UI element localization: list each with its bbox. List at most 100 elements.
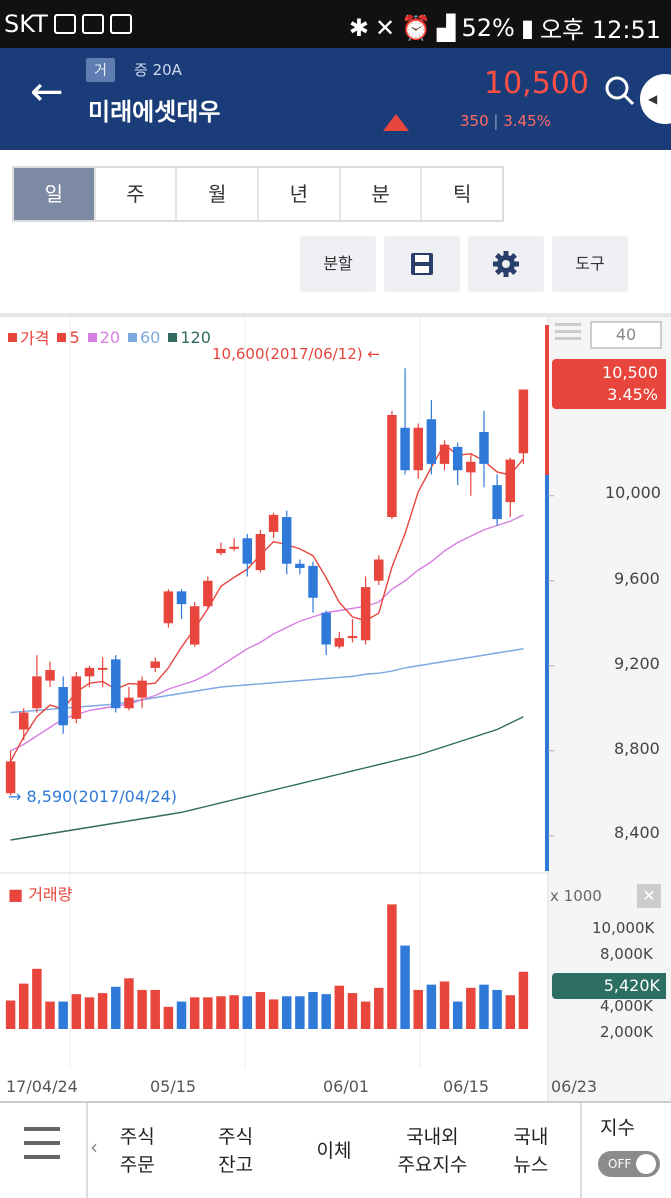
nav-stock-order[interactable]: 주식 주문 xyxy=(88,1123,186,1179)
candle-body xyxy=(360,587,371,641)
margin-rate: 증 20A xyxy=(134,61,182,79)
volume-bar xyxy=(84,997,95,1029)
bottom-nav: ‹ 주식 주문 주식 잔고 이체 국내외 주요지수 국내 뉴스 지수 OFF xyxy=(0,1101,671,1198)
hamburger-menu-icon[interactable] xyxy=(24,1127,60,1171)
candle-body xyxy=(255,534,266,571)
volume-bar xyxy=(400,945,410,1029)
legend-price-label: 가격 xyxy=(20,329,50,348)
candle-body xyxy=(71,676,82,719)
tab-yearly[interactable]: 년 xyxy=(259,168,341,220)
candle-body xyxy=(176,591,187,605)
stock-name[interactable]: 미래에셋대우 xyxy=(88,92,220,127)
notification-icon xyxy=(81,14,104,34)
candle-body xyxy=(242,538,253,564)
close-volume-icon[interactable]: ✕ xyxy=(637,884,661,908)
nav-items: 주식 주문 주식 잔고 이체 국내외 주요지수 국내 뉴스 xyxy=(86,1103,582,1198)
legend-ma5: 5 xyxy=(57,325,80,349)
legend-ma20: 20 xyxy=(87,325,120,349)
back-arrow-icon[interactable]: ← xyxy=(30,72,64,112)
volume-bar xyxy=(479,984,489,1029)
candle-body xyxy=(321,612,331,645)
volume-bar xyxy=(374,987,384,1029)
tab-monthly[interactable]: 월 xyxy=(177,168,260,220)
chart-legend: 가격 5 20 60 120 xyxy=(8,325,211,349)
y-tick: 9,200 xyxy=(614,654,660,673)
candle-body xyxy=(189,606,200,645)
volume-bar xyxy=(18,983,29,1029)
y-tick: 9,600 xyxy=(614,569,660,588)
visible-bars-input[interactable]: 40 xyxy=(590,321,662,349)
legend-ma120-label: 120 xyxy=(180,327,211,347)
volume-bar xyxy=(452,1001,463,1029)
nav-major-indices[interactable]: 국내외 주요지수 xyxy=(383,1123,481,1179)
volume-bar xyxy=(334,985,345,1029)
price-scale-bar-up xyxy=(545,325,549,475)
volume-bar xyxy=(268,999,279,1029)
search-icon[interactable] xyxy=(605,76,635,106)
index-toggle[interactable]: OFF xyxy=(598,1151,660,1177)
candles xyxy=(5,368,529,796)
volume-bar xyxy=(281,996,292,1029)
ma5-line xyxy=(9,443,524,762)
high-annotation: 10,600(2017/06/12) ← xyxy=(212,345,380,363)
status-bar: SKT ✱ ✕ ⏰ ▟ 52% ▮ 오후 12:51 xyxy=(0,0,671,48)
volume-tick: 2,000K xyxy=(600,1023,653,1041)
volume-bar xyxy=(58,1001,68,1029)
volume-bar xyxy=(387,904,397,1029)
nav-domestic-news[interactable]: 국내 뉴스 xyxy=(482,1123,580,1179)
volume-bar xyxy=(189,997,200,1029)
candle-body xyxy=(203,580,213,607)
tab-minute[interactable]: 분 xyxy=(341,168,423,220)
current-price-marker: 10,500 3.45% xyxy=(552,359,666,409)
x-tick: 05/15 xyxy=(150,1077,197,1096)
legend-ma20-label: 20 xyxy=(99,327,120,347)
volume-bar xyxy=(216,996,226,1029)
candle-body xyxy=(400,427,410,471)
drag-handle-icon[interactable] xyxy=(555,323,581,345)
ma120-line xyxy=(10,716,524,841)
gallery-icon xyxy=(53,14,76,34)
settings-button[interactable] xyxy=(468,236,544,292)
chart-area[interactable]: 가격 5 20 60 120 40 10,600(2017/06/12) ← →… xyxy=(0,313,671,1101)
app-icon xyxy=(109,14,132,34)
candle-body xyxy=(111,659,121,709)
candle-body xyxy=(84,667,95,677)
marker-price: 10,500 xyxy=(602,363,658,382)
candle-body xyxy=(334,638,345,647)
volume-bar xyxy=(242,996,253,1029)
candle-body xyxy=(439,444,450,464)
clock: 오후 12:51 xyxy=(540,16,661,44)
signal-icon: ▟ xyxy=(437,13,456,42)
index-label: 지수 xyxy=(600,1117,635,1139)
volume-bar xyxy=(505,995,516,1029)
candle-body xyxy=(413,427,423,471)
candle-body xyxy=(479,432,489,464)
nav-stock-balance[interactable]: 주식 잔고 xyxy=(186,1123,284,1179)
volume-bar xyxy=(308,992,318,1029)
candle-body xyxy=(466,461,476,473)
period-tabs: 일 주 월 년 분 틱 xyxy=(12,166,504,222)
nav-transfer[interactable]: 이체 xyxy=(285,1137,383,1165)
y-tick: 8,800 xyxy=(614,739,660,758)
side-panel-button[interactable]: ◀ xyxy=(640,74,671,124)
volume-bar xyxy=(413,989,423,1029)
low-annotation: → 8,590(2017/04/24) xyxy=(8,787,177,806)
tab-weekly[interactable]: 주 xyxy=(96,168,178,220)
tab-daily[interactable]: 일 xyxy=(14,168,96,220)
candle-body xyxy=(492,485,502,520)
candle-body xyxy=(97,667,108,670)
volume-tick: 8,000K xyxy=(600,945,653,963)
volume-bar xyxy=(229,995,239,1029)
tab-tick[interactable]: 틱 xyxy=(422,168,502,220)
split-button[interactable]: 분할 xyxy=(300,236,376,292)
candle-body xyxy=(452,446,463,471)
ma20-line xyxy=(10,514,524,752)
alarm-icon: ⏰ xyxy=(401,13,432,42)
candle-body xyxy=(426,419,437,464)
save-button[interactable] xyxy=(384,236,460,292)
tools-button[interactable]: 도구 xyxy=(552,236,628,292)
moving-averages xyxy=(9,443,524,841)
bluetooth-icon: ✱ xyxy=(348,13,370,42)
legend-ma60-label: 60 xyxy=(140,327,161,347)
y-tick: 10,000 xyxy=(605,483,661,502)
